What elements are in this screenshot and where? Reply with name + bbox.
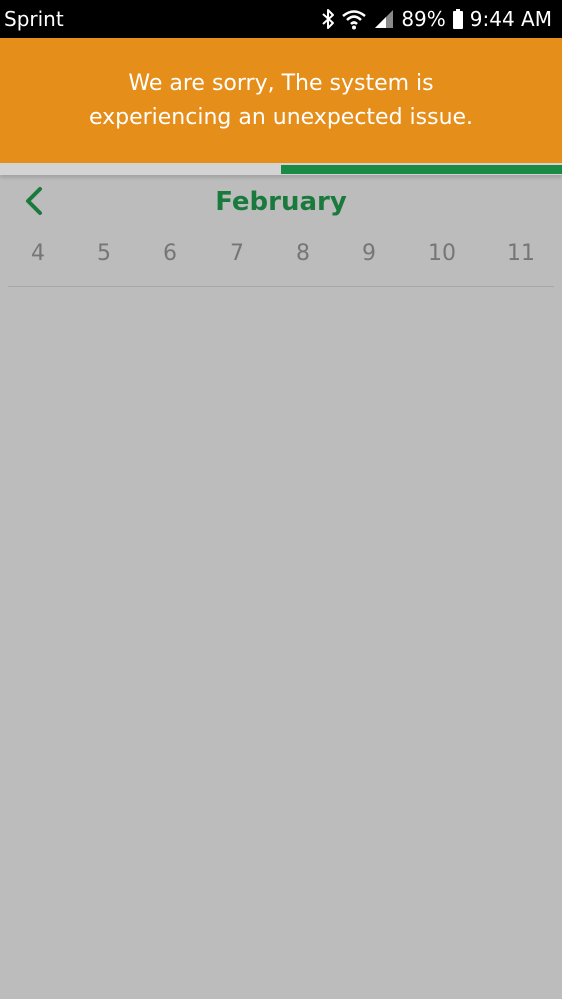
status-bar: Sprint 89% 9:44 AM	[0, 0, 562, 38]
month-header: February	[0, 175, 562, 231]
day-item[interactable]: 9	[344, 234, 394, 274]
error-message-line-1: We are sorry, The system is	[128, 70, 434, 96]
day-item[interactable]: 11	[496, 234, 546, 274]
month-title: February	[215, 187, 347, 217]
chevron-left-icon	[24, 186, 44, 221]
day-item[interactable]: 5	[79, 234, 129, 274]
day-item[interactable]: 4	[13, 234, 63, 274]
previous-month-button[interactable]	[14, 183, 54, 223]
wifi-icon	[341, 8, 367, 30]
battery-percent: 89%	[401, 7, 446, 31]
cell-signal-icon	[373, 8, 395, 30]
carrier-name: Sprint	[4, 7, 64, 31]
day-item[interactable]: 8	[278, 234, 328, 274]
day-strip: 4 5 6 7 8 9 10 11	[0, 234, 562, 274]
day-item[interactable]: 7	[212, 234, 262, 274]
bluetooth-icon	[321, 8, 335, 30]
day-item[interactable]: 6	[145, 234, 195, 274]
schedule-content-area	[0, 287, 562, 999]
clock: 9:44 AM	[469, 7, 552, 31]
status-icons: 89% 9:44 AM	[321, 7, 552, 31]
error-banner: We are sorry, The system is experiencing…	[0, 38, 562, 163]
progress-bar-fill	[281, 165, 562, 174]
progress-bar	[0, 163, 562, 175]
battery-icon	[452, 8, 464, 30]
day-item[interactable]: 10	[417, 234, 467, 274]
error-message-line-2: experiencing an unexpected issue.	[88, 104, 474, 130]
